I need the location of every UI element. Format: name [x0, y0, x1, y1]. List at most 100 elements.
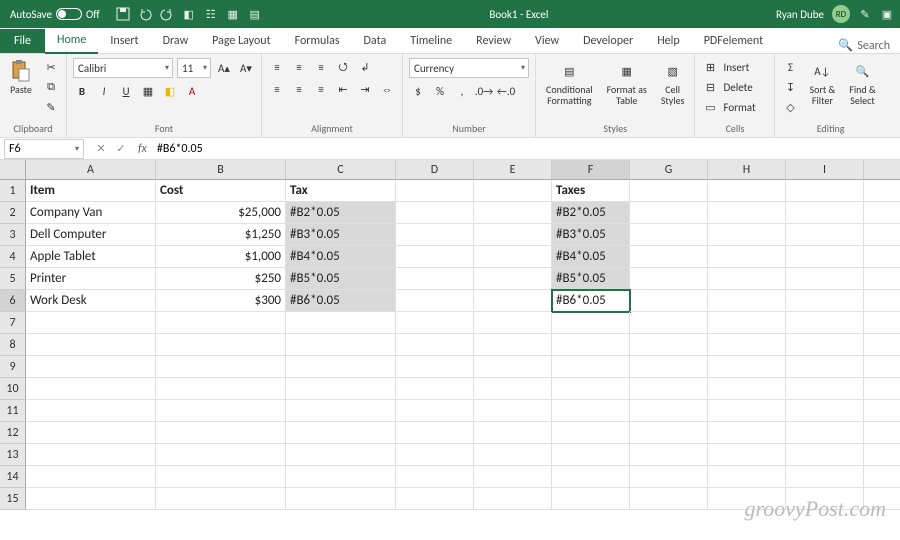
row-head-10[interactable]: 10 — [0, 378, 26, 400]
tab-help[interactable]: Help — [645, 29, 692, 53]
cell-B13[interactable] — [156, 444, 286, 466]
insert-cells-icon[interactable]: ⊞ — [701, 58, 719, 76]
conditional-formatting-button[interactable]: ▤Conditional Formatting — [542, 58, 597, 108]
row-head-14[interactable]: 14 — [0, 466, 26, 488]
cell-E13[interactable] — [474, 444, 552, 466]
tab-data[interactable]: Data — [352, 29, 399, 53]
paste-button[interactable]: Paste — [6, 58, 36, 97]
cut-icon[interactable]: ✂ — [42, 58, 60, 76]
align-left-icon[interactable]: ≡ — [268, 80, 286, 98]
cell-J9[interactable] — [864, 356, 900, 378]
cell-D12[interactable] — [396, 422, 474, 444]
redo-icon[interactable] — [160, 7, 174, 21]
cell-H4[interactable] — [708, 246, 786, 268]
cell-G15[interactable] — [630, 488, 708, 510]
cell-D1[interactable] — [396, 180, 474, 202]
cell-G9[interactable] — [630, 356, 708, 378]
autosave-toggle[interactable]: AutoSave Off — [6, 8, 104, 21]
col-head-J[interactable]: J — [864, 160, 900, 180]
cell-I11[interactable] — [786, 400, 864, 422]
cell-C4[interactable]: #B4*0.05 — [286, 246, 396, 268]
cell-styles-button[interactable]: ▧Cell Styles — [657, 58, 689, 108]
wrap-text-icon[interactable]: ↲ — [356, 58, 374, 76]
cell-I10[interactable] — [786, 378, 864, 400]
cell-E12[interactable] — [474, 422, 552, 444]
cell-I8[interactable] — [786, 334, 864, 356]
cell-C12[interactable] — [286, 422, 396, 444]
row-head-5[interactable]: 5 — [0, 268, 26, 290]
cell-E9[interactable] — [474, 356, 552, 378]
cell-D14[interactable] — [396, 466, 474, 488]
insert-cells-button[interactable]: Insert — [723, 61, 749, 74]
cell-H6[interactable] — [708, 290, 786, 312]
cell-B2[interactable]: $25,000 — [156, 202, 286, 224]
col-head-F[interactable]: F — [552, 160, 630, 180]
align-center-icon[interactable]: ≡ — [290, 80, 308, 98]
avatar[interactable]: RD — [832, 5, 850, 23]
cell-C11[interactable] — [286, 400, 396, 422]
increase-decimal-icon[interactable]: .0→ — [475, 82, 493, 100]
cell-C8[interactable] — [286, 334, 396, 356]
cell-A15[interactable] — [26, 488, 156, 510]
cell-F13[interactable] — [552, 444, 630, 466]
cell-C13[interactable] — [286, 444, 396, 466]
row-head-7[interactable]: 7 — [0, 312, 26, 334]
cell-F6[interactable]: #B6*0.05 — [552, 290, 630, 312]
cell-C14[interactable] — [286, 466, 396, 488]
cell-J4[interactable] — [864, 246, 900, 268]
cell-J3[interactable] — [864, 224, 900, 246]
cell-H13[interactable] — [708, 444, 786, 466]
cell-E6[interactable] — [474, 290, 552, 312]
col-head-G[interactable]: G — [630, 160, 708, 180]
cell-F5[interactable]: #B5*0.05 — [552, 268, 630, 290]
cell-E10[interactable] — [474, 378, 552, 400]
cell-A4[interactable]: Apple Tablet — [26, 246, 156, 268]
cell-B14[interactable] — [156, 466, 286, 488]
cell-I3[interactable] — [786, 224, 864, 246]
tab-pdfelement[interactable]: PDFelement — [692, 29, 775, 53]
cell-D8[interactable] — [396, 334, 474, 356]
cancel-formula-icon[interactable]: ✕ — [92, 140, 110, 158]
cell-J14[interactable] — [864, 466, 900, 488]
cell-B10[interactable] — [156, 378, 286, 400]
cell-J2[interactable] — [864, 202, 900, 224]
cell-B12[interactable] — [156, 422, 286, 444]
cell-I7[interactable] — [786, 312, 864, 334]
row-head-9[interactable]: 9 — [0, 356, 26, 378]
fill-icon[interactable]: ↧ — [781, 78, 799, 96]
cell-A11[interactable] — [26, 400, 156, 422]
align-top-icon[interactable]: ≡ — [268, 58, 286, 76]
align-bottom-icon[interactable]: ≡ — [312, 58, 330, 76]
cell-J12[interactable] — [864, 422, 900, 444]
currency-icon[interactable]: $ — [409, 82, 427, 100]
col-head-I[interactable]: I — [786, 160, 864, 180]
cell-D3[interactable] — [396, 224, 474, 246]
row-head-4[interactable]: 4 — [0, 246, 26, 268]
cell-H2[interactable] — [708, 202, 786, 224]
cell-E5[interactable] — [474, 268, 552, 290]
format-cells-icon[interactable]: ▭ — [701, 98, 719, 116]
cell-H8[interactable] — [708, 334, 786, 356]
cell-F12[interactable] — [552, 422, 630, 444]
enter-formula-icon[interactable]: ✓ — [112, 140, 130, 158]
row-head-6[interactable]: 6 — [0, 290, 26, 312]
increase-font-icon[interactable]: A▴ — [215, 59, 233, 77]
cell-F10[interactable] — [552, 378, 630, 400]
qat-icon-3[interactable]: ▦ — [226, 7, 240, 21]
cell-B3[interactable]: $1,250 — [156, 224, 286, 246]
user-name[interactable]: Ryan Dube — [776, 8, 824, 21]
bold-button[interactable]: B — [73, 82, 91, 100]
cell-H12[interactable] — [708, 422, 786, 444]
cell-A12[interactable] — [26, 422, 156, 444]
cell-G14[interactable] — [630, 466, 708, 488]
cell-D9[interactable] — [396, 356, 474, 378]
copy-icon[interactable]: ⧉ — [42, 78, 60, 96]
undo-icon[interactable] — [138, 7, 152, 21]
cell-J8[interactable] — [864, 334, 900, 356]
qat-icon-4[interactable]: ▤ — [248, 7, 262, 21]
cell-C1[interactable]: Tax — [286, 180, 396, 202]
tab-insert[interactable]: Insert — [98, 29, 150, 53]
cell-B9[interactable] — [156, 356, 286, 378]
cell-H9[interactable] — [708, 356, 786, 378]
col-head-A[interactable]: A — [26, 160, 156, 180]
